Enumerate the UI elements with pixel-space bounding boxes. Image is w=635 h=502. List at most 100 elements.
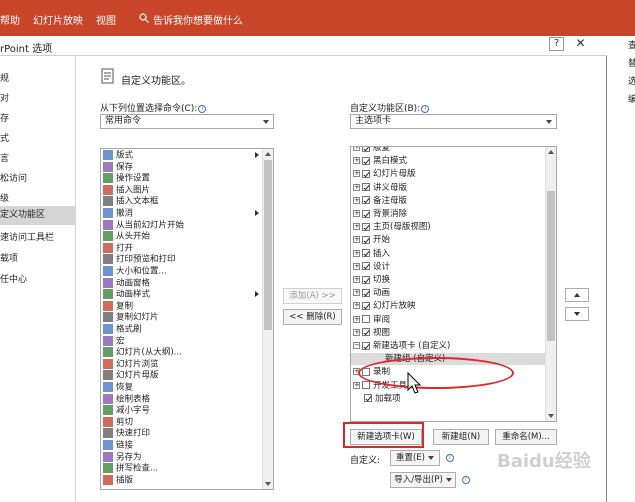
choose-commands-select[interactable]: 常用命令 bbox=[100, 114, 274, 129]
tree-item[interactable]: + 视图 bbox=[353, 327, 390, 339]
new-group-button[interactable]: 新建组(N) bbox=[433, 429, 489, 445]
nav-item[interactable]: 松访问 bbox=[0, 170, 75, 189]
nav-item[interactable]: 对 bbox=[0, 90, 75, 109]
ribbon-tab-view[interactable]: 视图 bbox=[96, 12, 116, 27]
expand-icon[interactable]: + bbox=[353, 236, 360, 244]
checkbox[interactable] bbox=[362, 301, 370, 310]
command-item[interactable]: 大小和位置... bbox=[103, 266, 167, 277]
tree-item[interactable]: + 备注母版 bbox=[353, 195, 407, 207]
expand-icon[interactable]: + bbox=[353, 210, 360, 217]
rename-button[interactable]: 重命名(M)... bbox=[495, 429, 557, 445]
checkbox[interactable] bbox=[362, 249, 370, 258]
tree-item[interactable]: + 讲义母版 bbox=[353, 182, 407, 194]
nav-item[interactable]: 定义功能区 bbox=[0, 206, 75, 225]
move-down-button[interactable] bbox=[565, 307, 589, 321]
tree-item[interactable]: + 幻灯片放映 bbox=[353, 300, 416, 312]
scroll-thumb[interactable] bbox=[264, 160, 272, 330]
tree-item[interactable]: + 版复 bbox=[353, 147, 390, 154]
checkbox[interactable] bbox=[362, 262, 370, 271]
commands-scrollbar[interactable] bbox=[262, 149, 273, 489]
nav-item[interactable]: 规 bbox=[0, 70, 75, 89]
expand-icon[interactable]: + bbox=[353, 381, 360, 389]
nav-item[interactable]: 言 bbox=[0, 150, 75, 169]
command-item[interactable]: 插版 bbox=[103, 474, 133, 486]
command-item[interactable]: 从当前幻灯片开始 bbox=[103, 219, 184, 231]
remove-button[interactable]: << 删除(R) bbox=[283, 309, 342, 325]
tree-item[interactable]: 加载项 bbox=[353, 393, 401, 405]
checkbox[interactable] bbox=[362, 222, 370, 231]
expand-icon[interactable]: + bbox=[353, 289, 360, 297]
checkbox[interactable] bbox=[362, 315, 370, 324]
command-item[interactable]: 剪切 bbox=[103, 416, 133, 428]
command-item[interactable]: 链接 bbox=[103, 440, 133, 451]
reset-dropdown[interactable]: 重置(E) bbox=[390, 450, 440, 466]
command-item[interactable]: 插入文本框 bbox=[103, 196, 159, 207]
checkbox[interactable] bbox=[362, 328, 370, 337]
checkbox[interactable] bbox=[362, 341, 370, 350]
checkbox[interactable] bbox=[362, 235, 370, 244]
tree-item[interactable]: + 设计 bbox=[353, 261, 390, 273]
checkbox[interactable] bbox=[362, 169, 370, 178]
checkbox[interactable] bbox=[362, 183, 370, 192]
nav-item[interactable]: 速访问工具栏 bbox=[0, 229, 75, 248]
ribbon-tab-slideshow[interactable]: 幻灯片放映 bbox=[33, 12, 83, 27]
expand-icon[interactable]: + bbox=[353, 276, 360, 283]
tree-scrollbar[interactable] bbox=[545, 147, 556, 421]
checkbox[interactable] bbox=[362, 288, 370, 297]
command-item[interactable]: 版式 bbox=[103, 150, 133, 161]
tree-item[interactable]: − 新建选项卡 (自定义) bbox=[353, 340, 450, 352]
command-item[interactable]: 打开 bbox=[103, 242, 133, 254]
expand-icon[interactable]: + bbox=[353, 328, 360, 336]
tree-item[interactable]: + 开始 bbox=[353, 234, 390, 246]
expand-icon[interactable]: + bbox=[353, 302, 360, 310]
commands-listbox[interactable]: 版式 保存 操作设置 插入图片 插入文本框 撤消 从当前幻灯片开始 从头开始 打开 打印预览和打印… bbox=[100, 148, 274, 490]
checkbox[interactable] bbox=[362, 209, 370, 218]
scroll-thumb[interactable] bbox=[547, 191, 555, 341]
nav-item[interactable]: 存 bbox=[0, 110, 75, 129]
add-button[interactable]: 添加(A) >> bbox=[283, 288, 342, 304]
close-button[interactable]: ✕ bbox=[573, 37, 588, 51]
expand-icon[interactable]: + bbox=[353, 223, 360, 231]
tree-item[interactable]: + 主页(母版视图) bbox=[353, 221, 431, 233]
expand-icon[interactable]: + bbox=[353, 170, 360, 178]
expand-icon[interactable]: + bbox=[353, 183, 360, 191]
command-item[interactable]: 幻灯片浏览 bbox=[103, 358, 159, 370]
help-button[interactable]: ? bbox=[549, 37, 564, 51]
command-item[interactable]: 复制 bbox=[103, 300, 133, 312]
nav-item[interactable]: 载项 bbox=[0, 250, 75, 269]
move-up-button[interactable] bbox=[565, 288, 589, 302]
command-item[interactable]: 动画窗格 bbox=[103, 277, 150, 289]
expand-icon[interactable]: + bbox=[353, 147, 360, 151]
checkbox[interactable] bbox=[362, 156, 370, 165]
command-item[interactable]: 动画样式 bbox=[103, 289, 150, 300]
nav-item[interactable]: 任中心 bbox=[0, 271, 75, 290]
command-item[interactable]: 另存为 bbox=[103, 451, 142, 463]
command-item[interactable]: 插入图片 bbox=[103, 184, 150, 196]
expand-icon[interactable]: + bbox=[353, 157, 360, 165]
checkbox[interactable] bbox=[362, 147, 370, 152]
command-item[interactable]: 撤消 bbox=[103, 208, 133, 219]
expand-icon[interactable]: + bbox=[353, 196, 360, 204]
command-item[interactable]: 减小字号 bbox=[103, 405, 150, 416]
expand-icon[interactable]: + bbox=[353, 262, 360, 270]
checkbox[interactable] bbox=[362, 196, 370, 205]
ribbon-tab-help[interactable]: 帮助 bbox=[0, 12, 20, 27]
command-item[interactable]: 绘制表格 bbox=[103, 393, 150, 405]
tree-item[interactable]: + 动画 bbox=[353, 287, 390, 299]
command-item[interactable]: 保存 bbox=[103, 161, 133, 173]
command-item[interactable]: 格式刷 bbox=[103, 324, 142, 335]
checkbox[interactable] bbox=[362, 275, 370, 284]
command-item[interactable]: 幻灯片母版 bbox=[103, 370, 159, 381]
tree-item[interactable]: + 幻灯片母版 bbox=[353, 168, 416, 180]
tree-item[interactable]: + 背景消除 bbox=[353, 208, 407, 220]
command-item[interactable]: 打印预览和打印 bbox=[103, 254, 176, 265]
command-item[interactable]: 快速打印 bbox=[103, 428, 150, 439]
command-item[interactable]: 从头开始 bbox=[103, 231, 150, 242]
nav-item[interactable]: 式 bbox=[0, 130, 75, 149]
tree-item[interactable]: + 插入 bbox=[353, 248, 390, 260]
tell-me-search-input[interactable]: 告诉我你想要做什么 bbox=[153, 12, 243, 27]
command-item[interactable]: 复制幻灯片 bbox=[103, 312, 159, 323]
import-export-dropdown[interactable]: 导入/导出(P) bbox=[390, 472, 456, 488]
expand-icon[interactable]: + bbox=[353, 315, 360, 323]
expand-icon[interactable]: + bbox=[353, 249, 360, 257]
